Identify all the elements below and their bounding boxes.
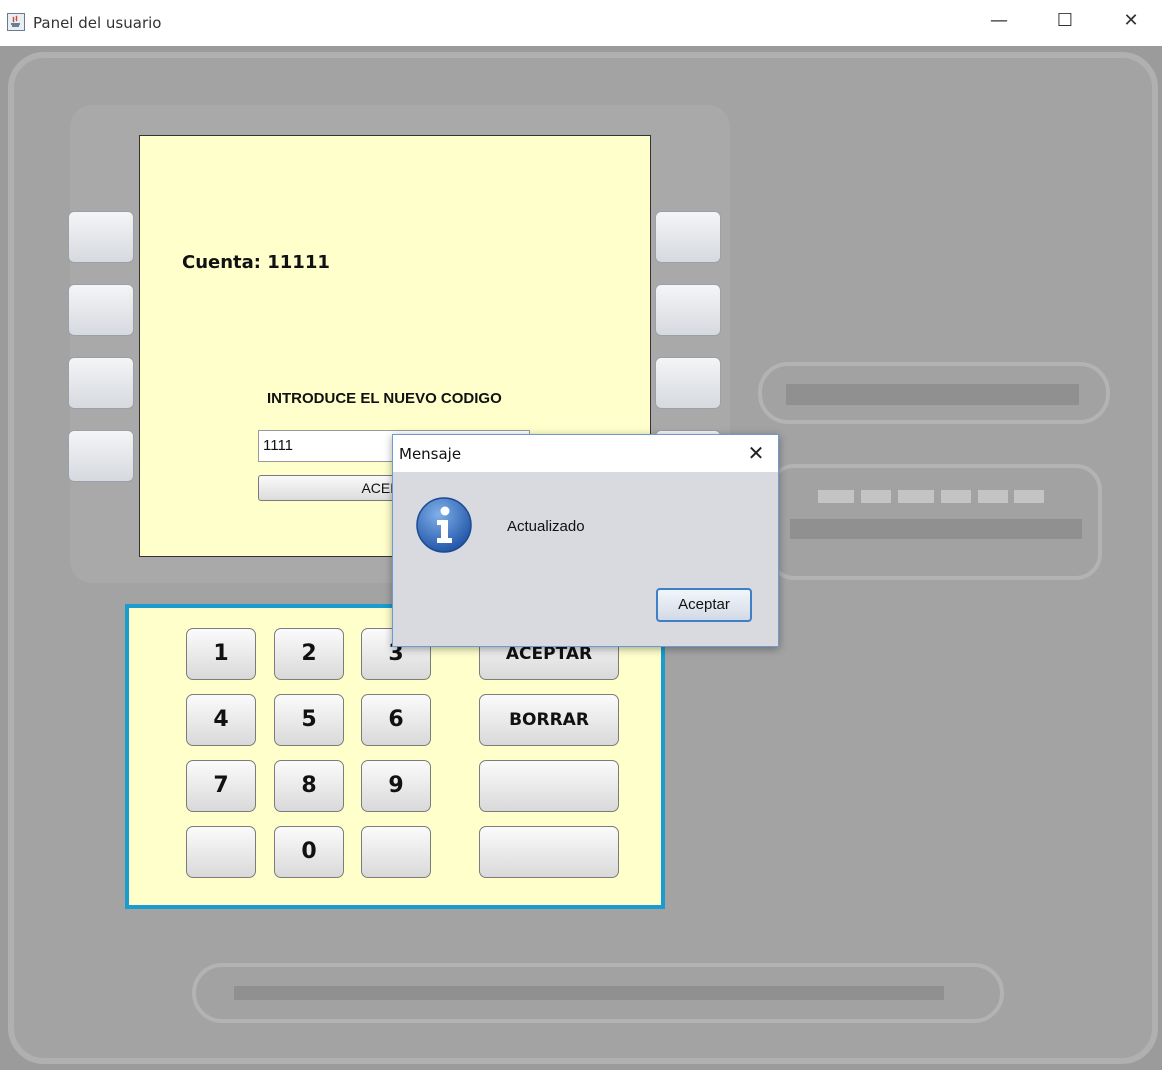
info-icon [415, 496, 473, 554]
side-key-left-1[interactable] [68, 211, 134, 263]
side-key-left-2[interactable] [68, 284, 134, 336]
receipt-indicator [978, 490, 1008, 503]
key-blank-right[interactable] [361, 826, 431, 878]
key-4[interactable]: 4 [186, 694, 256, 746]
dialog-close-icon[interactable]: ✕ [744, 440, 768, 466]
key-5[interactable]: 5 [274, 694, 344, 746]
cash-dispenser-opening [234, 986, 944, 1000]
receipt-indicator [941, 490, 971, 503]
new-code-prompt: INTRODUCE EL NUEVO CODIGO [267, 390, 502, 407]
side-key-left-3[interactable] [68, 357, 134, 409]
dialog-ok-button[interactable]: Aceptar [656, 588, 752, 622]
side-key-right-3[interactable] [655, 357, 721, 409]
window-title: Panel del usuario [33, 14, 162, 32]
code-value: 1111 [263, 437, 294, 454]
receipt-indicator [1014, 490, 1044, 503]
account-label: Cuenta: 11111 [182, 252, 330, 273]
key-8[interactable]: 8 [274, 760, 344, 812]
close-icon[interactable]: ✕ [1120, 10, 1142, 32]
dialog-message: Actualizado [507, 518, 585, 535]
key-7[interactable]: 7 [186, 760, 256, 812]
key-0[interactable]: 0 [274, 826, 344, 878]
card-slot-opening [786, 384, 1079, 405]
key-6[interactable]: 6 [361, 694, 431, 746]
side-key-right-1[interactable] [655, 211, 721, 263]
side-key-left-4[interactable] [68, 430, 134, 482]
keypad-blank-button-1[interactable] [479, 760, 619, 812]
receipt-indicator [861, 490, 891, 503]
key-blank-left[interactable] [186, 826, 256, 878]
key-2[interactable]: 2 [274, 628, 344, 680]
keypad-clear-button[interactable]: BORRAR [479, 694, 619, 746]
key-9[interactable]: 9 [361, 760, 431, 812]
minimize-icon[interactable]: — [988, 10, 1010, 32]
java-icon [7, 13, 25, 31]
receipt-indicator [898, 490, 934, 503]
dialog-title: Mensaje [399, 445, 462, 463]
key-1[interactable]: 1 [186, 628, 256, 680]
maximize-icon[interactable]: ☐ [1054, 10, 1076, 32]
keypad-blank-button-2[interactable] [479, 826, 619, 878]
receipt-opening [790, 519, 1082, 539]
receipt-indicator [818, 490, 854, 503]
side-key-right-2[interactable] [655, 284, 721, 336]
